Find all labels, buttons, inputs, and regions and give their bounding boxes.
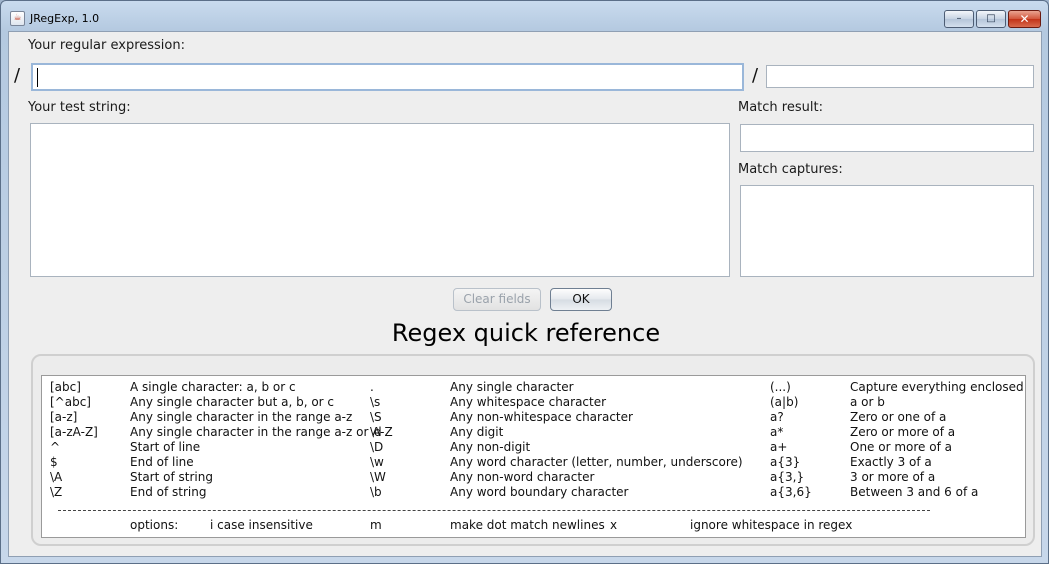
reference-desc-c: Exactly 3 of a	[850, 455, 932, 469]
match-result-label: Match result:	[738, 100, 823, 115]
test-string-textarea[interactable]	[30, 123, 730, 277]
text-caret	[37, 68, 38, 87]
reference-desc-c: Zero or more of a	[850, 425, 956, 439]
reference-syntax-c: (...)	[770, 380, 791, 394]
reference-syntax-a: ^	[50, 440, 61, 454]
clear-fields-button[interactable]: Clear fields	[453, 288, 541, 311]
java-app-icon: ☕	[10, 11, 25, 26]
reference-desc-b: Any whitespace character	[450, 395, 607, 409]
reference-desc-a: Any single character but a, b, or c	[130, 395, 335, 409]
option-m-desc: make dot match newlines	[450, 518, 605, 532]
reference-desc-c: One or more of a	[850, 440, 952, 454]
reference-syntax-a: $	[50, 455, 58, 469]
reference-desc-a: Any single character in the range a-z	[130, 410, 353, 424]
main-panel: Your regular expression: / / Your test s…	[8, 31, 1042, 557]
reference-desc-c: Capture everything enclosed	[850, 380, 1024, 394]
match-captures-field[interactable]	[740, 185, 1034, 277]
reference-row: [a-z] Any single character in the range a…	[42, 410, 1025, 425]
regex-slash-open: /	[14, 65, 21, 86]
reference-row: ^ Start of line \D Any non-digit a+ One or mo…	[42, 440, 1025, 455]
reference-desc-c: Zero or one of a	[850, 410, 947, 424]
reference-syntax-b: \b	[370, 485, 382, 499]
reference-syntax-b: \w	[370, 455, 384, 469]
reference-desc-b: Any non-digit	[450, 440, 531, 454]
test-string-label: Your test string:	[28, 100, 131, 115]
reference-desc-b: Any word character (letter, number, unde…	[450, 455, 743, 469]
option-i: i case insensitive	[210, 518, 313, 532]
reference-syntax-b: .	[370, 380, 374, 394]
reference-syntax-c: a?	[770, 410, 784, 424]
reference-desc-a: Any single character in the range a-z or…	[130, 425, 393, 439]
reference-syntax-c: a+	[770, 440, 788, 454]
reference-desc-b: Any non-word character	[450, 470, 595, 484]
reference-row: \Z End of string \b Any word boundary chara…	[42, 485, 1025, 500]
option-m-key: m	[370, 518, 382, 532]
reference-row: \A Start of string \W Any non-word characte…	[42, 470, 1025, 485]
close-button[interactable]: ✕	[1008, 10, 1041, 28]
reference-desc-b: Any digit	[450, 425, 504, 439]
reference-syntax-a: \A	[50, 470, 63, 484]
regex-label: Your regular expression:	[28, 38, 185, 53]
reference-desc-a: A single character: a, b or c	[130, 380, 296, 394]
reference-desc-c: 3 or more of a	[850, 470, 936, 484]
match-captures-label: Match captures:	[738, 162, 843, 177]
reference-row: [^abc] Any single character but a, b, or …	[42, 395, 1025, 410]
regex-input[interactable]	[31, 63, 744, 91]
minimize-button[interactable]: –	[944, 10, 974, 28]
reference-syntax-a: [a-z]	[50, 410, 78, 424]
reference-syntax-a: [^abc]	[50, 395, 91, 409]
reference-syntax-c: a{3}	[770, 455, 801, 469]
reference-syntax-b: \W	[370, 470, 386, 484]
reference-desc-b: Any non-whitespace character	[450, 410, 633, 424]
ok-button[interactable]: OK	[550, 288, 612, 311]
reference-desc-a: End of string	[130, 485, 207, 499]
title-bar[interactable]: ☕ JRegExp, 1.0 – □ ✕	[1, 1, 1048, 31]
reference-desc-a: End of line	[130, 455, 194, 469]
window-title: JRegExp, 1.0	[30, 12, 100, 25]
reference-desc-b: Any single character	[450, 380, 574, 394]
reference-syntax-b: \d	[370, 425, 382, 439]
maximize-button[interactable]: □	[976, 10, 1006, 28]
option-x-key: x	[610, 518, 618, 532]
reference-syntax-b: \D	[370, 440, 384, 454]
reference-syntax-b: \s	[370, 395, 381, 409]
reference-row: $ End of line \w Any word character (letter…	[42, 455, 1025, 470]
option-x-desc: ignore whitespace in regex	[690, 518, 853, 532]
reference-syntax-c: a{3,6}	[770, 485, 812, 499]
reference-syntax-c: a{3,}	[770, 470, 805, 484]
reference-syntax-c: (a|b)	[770, 395, 799, 409]
options-label: options:	[130, 518, 179, 532]
reference-syntax-a: [abc]	[50, 380, 81, 394]
quick-reference-panel: options: i case insensitive m make dot m…	[31, 354, 1035, 546]
quick-reference-box: options: i case insensitive m make dot m…	[41, 375, 1026, 538]
regex-flags-input[interactable]	[766, 65, 1034, 88]
reference-desc-c: Between 3 and 6 of a	[850, 485, 979, 499]
app-window: ☕ JRegExp, 1.0 – □ ✕ Your regular expres…	[0, 0, 1049, 564]
reference-syntax-c: a*	[770, 425, 784, 439]
match-result-field[interactable]	[740, 124, 1034, 152]
options-separator	[58, 510, 930, 511]
reference-desc-c: a or b	[850, 395, 885, 409]
reference-syntax-a: \Z	[50, 485, 63, 499]
reference-syntax-a: [a-zA-Z]	[50, 425, 98, 439]
reference-row: [abc] A single character: a, b or c. Any s…	[42, 380, 1025, 395]
reference-desc-b: Any word boundary character	[450, 485, 629, 499]
regex-slash-close: /	[752, 65, 759, 86]
reference-syntax-b: \S	[370, 410, 382, 424]
quick-reference-title: Regex quick reference	[391, 319, 661, 347]
reference-row: [a-zA-Z] Any single character in the rang…	[42, 425, 1025, 440]
reference-desc-a: Start of string	[130, 470, 213, 484]
reference-desc-a: Start of line	[130, 440, 201, 454]
